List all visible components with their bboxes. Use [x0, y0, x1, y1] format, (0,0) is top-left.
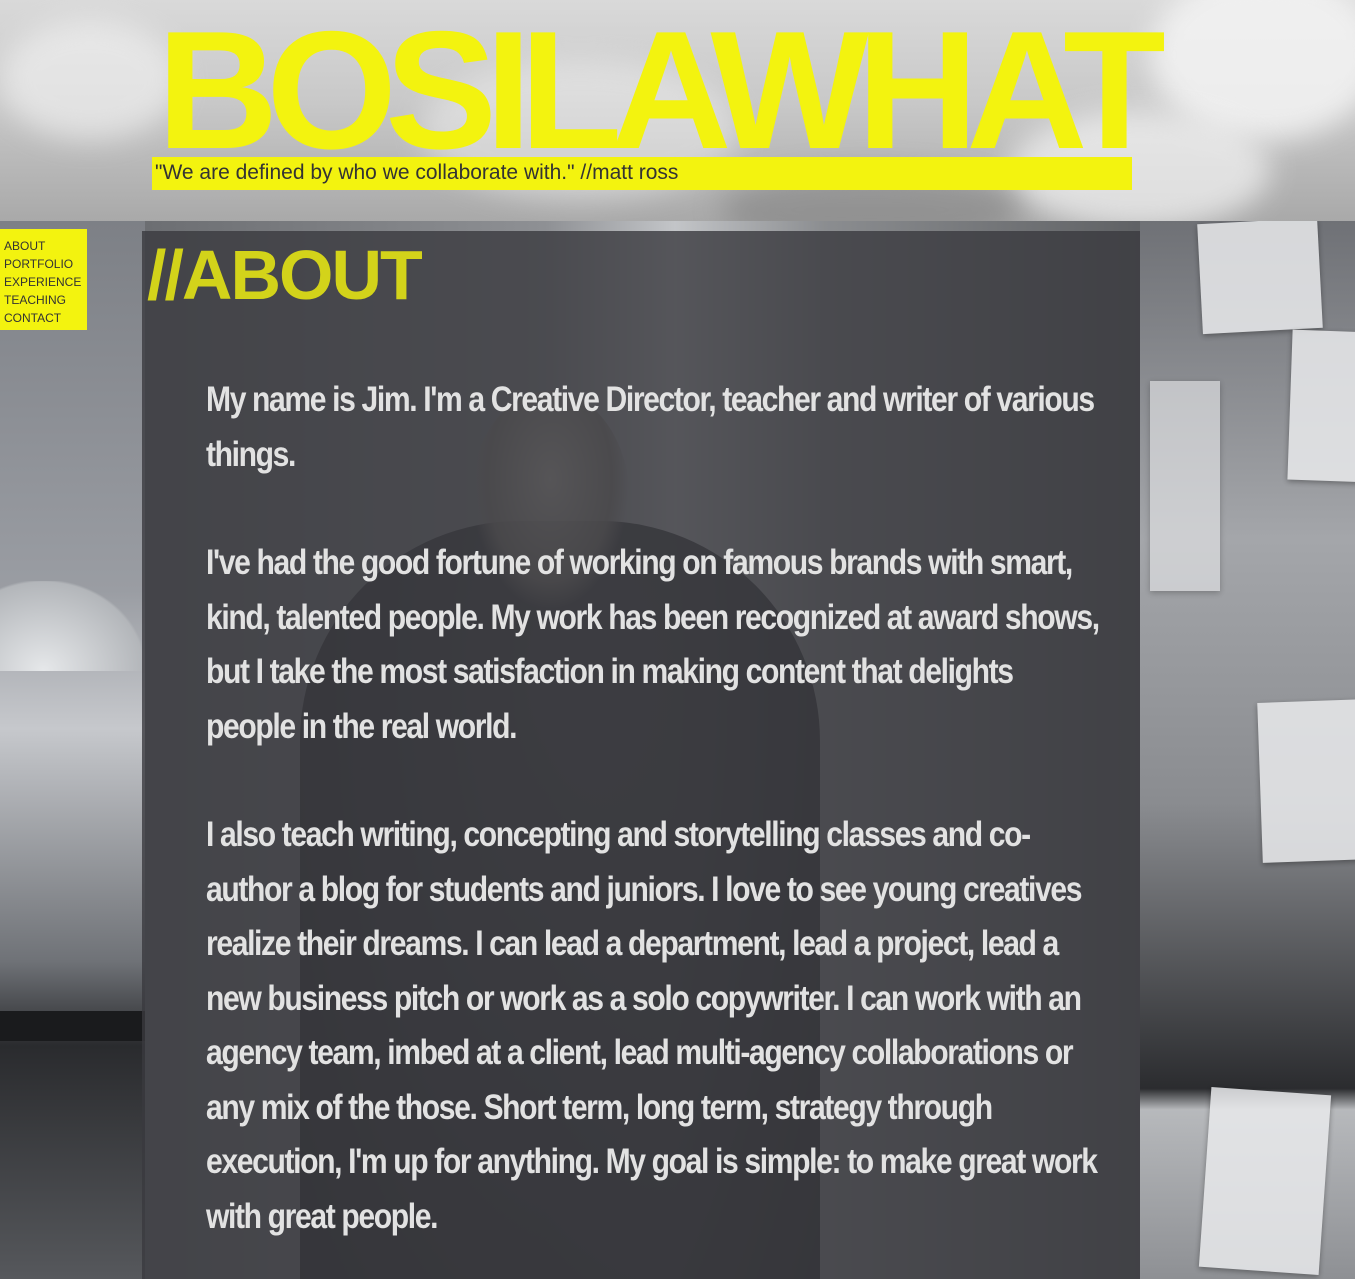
nav-item-portfolio: PORTFOLIO — [4, 255, 87, 273]
nav-item-experience: EXPERIENCE — [4, 273, 87, 291]
nav-link-contact[interactable]: CONTACT — [4, 309, 87, 327]
sticky-note-image — [1287, 329, 1355, 483]
about-paragraph-teaching: I also teach writing, concepting and sto… — [206, 815, 1098, 1236]
sticky-note-image — [1150, 381, 1220, 591]
site-header: BOSILAWHAT "We are defined by who we col… — [0, 0, 1355, 221]
nav-item-contact: CONTACT — [4, 309, 87, 327]
window-ledge-image — [0, 1011, 145, 1041]
tagline: "We are defined by who we collaborate wi… — [152, 157, 1132, 190]
section-heading: //ABOUT — [147, 236, 423, 314]
window-view-image — [0, 221, 145, 1279]
about-paragraph-intro: My name is Jim. I'm a Creative Director,… — [206, 380, 1095, 474]
site-title[interactable]: BOSILAWHAT — [157, 6, 1166, 174]
about-text: My name is Jim. I'm a Creative Director,… — [206, 373, 1106, 1279]
about-paragraph-brands: I've had the good fortune of working on … — [206, 543, 1100, 746]
main-nav: ABOUT PORTFOLIO EXPERIENCE TEACHING CONT… — [0, 229, 87, 330]
sticky-note-image — [1198, 1087, 1332, 1275]
sticky-note-image — [1197, 221, 1323, 335]
about-section: //ABOUT My name is Jim. I'm a Creative D… — [142, 231, 1140, 1279]
nav-link-portfolio[interactable]: PORTFOLIO — [4, 255, 87, 273]
nav-link-experience[interactable]: EXPERIENCE — [4, 273, 87, 291]
sticky-note-image — [1257, 699, 1355, 863]
nav-item-teaching: TEACHING — [4, 291, 87, 309]
nav-link-about[interactable]: ABOUT — [4, 237, 87, 255]
nav-item-about: ABOUT — [4, 237, 87, 255]
nav-link-teaching[interactable]: TEACHING — [4, 291, 87, 309]
cloud-shape — [0, 20, 180, 140]
building-dome-image — [0, 581, 145, 671]
